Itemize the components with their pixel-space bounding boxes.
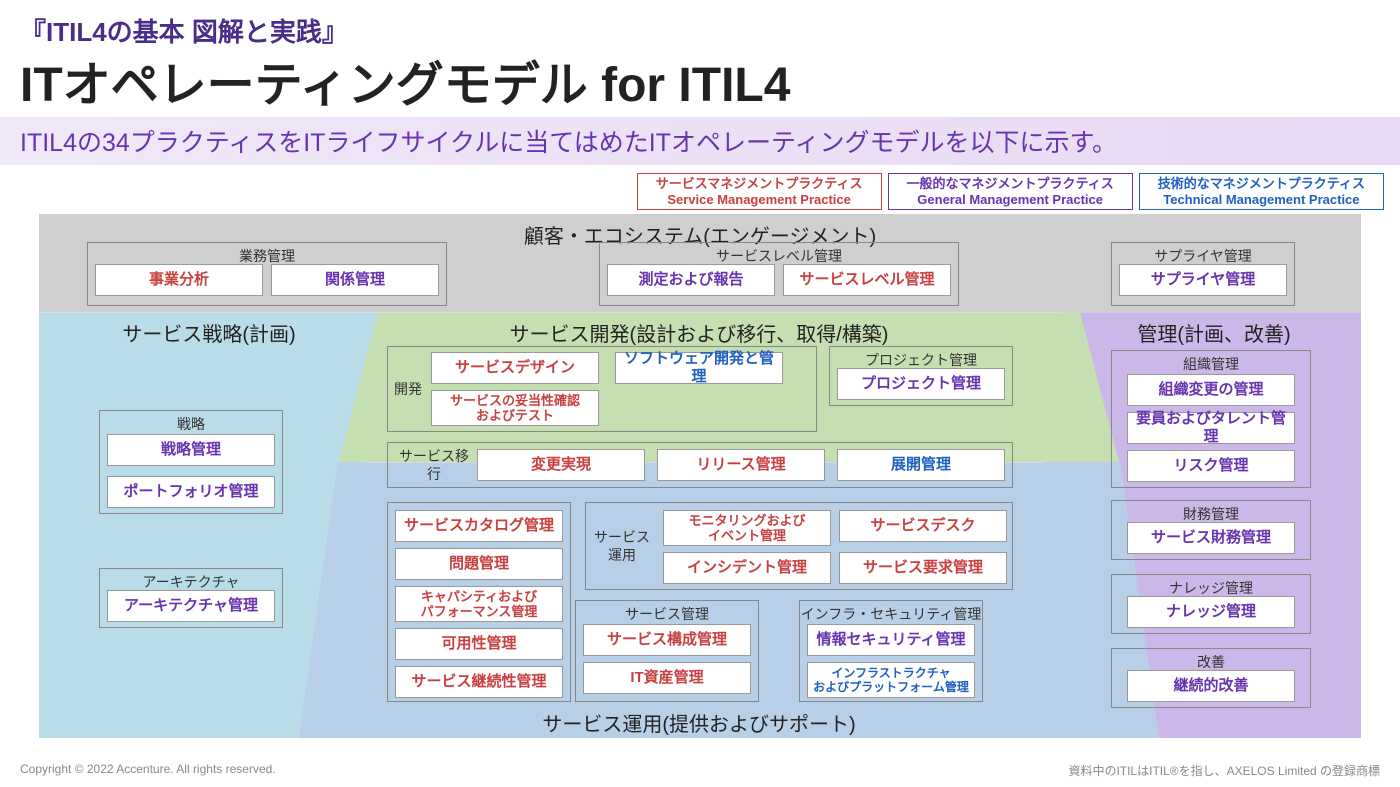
page-title: ITオペレーティングモデル for ITIL4 [20, 45, 1380, 115]
description: ITIL4の34プラクティスをITライフサイクルに当てはめたITオペレーティング… [20, 123, 1380, 159]
practice-continual: 継続的改善 [1127, 670, 1295, 702]
group-strategy-title: 戦略 [100, 414, 282, 434]
practice-info-sec: 情報セキュリティ管理 [807, 624, 975, 656]
group-knowledge-title: ナレッジ管理 [1112, 578, 1310, 598]
practice-config: サービス構成管理 [583, 624, 751, 656]
group-supplier-title: サプライヤ管理 [1112, 246, 1294, 266]
diagram: 顧客・エコシステム(エンゲージメント) サービス戦略(計画) サービス開発(設計… [39, 214, 1361, 738]
section-mgmt: 管理(計画、改善) [1099, 318, 1329, 347]
practice-talent: 要員およびタレント管理 [1127, 412, 1295, 444]
practice-monitoring: モニタリングおよびイベント管理 [663, 510, 831, 546]
group-business-title: 業務管理 [88, 246, 446, 266]
footer: Copyright © 2022 Accenture. All rights r… [20, 762, 1380, 779]
practice-validation: サービスの妥当性確認およびテスト [431, 390, 599, 426]
section-dev: サービス開発(設計および移行、取得/構築) [399, 318, 999, 347]
practice-service-finance: サービス財務管理 [1127, 522, 1295, 554]
practice-service-request: サービス要求管理 [839, 552, 1007, 584]
practice-incident: インシデント管理 [663, 552, 831, 584]
practice-architecture: アーキテクチャ管理 [107, 590, 275, 622]
legend-general-mgmt: 一般的なマネジメントプラクティスGeneral Management Pract… [888, 173, 1133, 210]
group-svc-ops-title: サービス運用 [592, 528, 652, 564]
description-band: ITIL4の34プラクティスをITライフサイクルに当てはめたITオペレーティング… [0, 117, 1400, 165]
trademark: 資料中のITILはITIL®を指し、AXELOS Limited の登録商標 [1068, 762, 1380, 779]
group-dev-title: 開発 [394, 380, 422, 398]
practice-service-desk: サービスデスク [839, 510, 1007, 542]
practice-release: リリース管理 [657, 449, 825, 481]
practice-problem: 問題管理 [395, 548, 563, 580]
practice-business-analysis: 事業分析 [95, 264, 263, 296]
header: 『ITIL4の基本 図解と実践』 ITオペレーティングモデル for ITIL4 [0, 0, 1400, 115]
section-strategy: サービス戦略(計画) [69, 318, 349, 347]
practice-availability: 可用性管理 [395, 628, 563, 660]
copyright: Copyright © 2022 Accenture. All rights r… [20, 762, 276, 779]
section-ops: サービス運用(提供およびサポート) [399, 708, 999, 737]
practice-change: 変更実現 [477, 449, 645, 481]
practice-service-design: サービスデザイン [431, 352, 599, 384]
group-finance-title: 財務管理 [1112, 504, 1310, 524]
group-project-title: プロジェクト管理 [830, 350, 1012, 370]
practice-infra-platform: インフラストラクチャおよびプラットフォーム管理 [807, 662, 975, 698]
group-infra-title: インフラ・セキュリティ管理 [800, 604, 982, 624]
practice-deploy: 展開管理 [837, 449, 1005, 481]
practice-sw-dev: ソフトウェア開発と管理 [615, 352, 783, 384]
group-sla-title: サービスレベル管理 [600, 246, 958, 266]
practice-portfolio: ポートフォリオ管理 [107, 476, 275, 508]
practice-org-change: 組織変更の管理 [1127, 374, 1295, 406]
practice-knowledge: ナレッジ管理 [1127, 596, 1295, 628]
practice-project: プロジェクト管理 [837, 368, 1005, 400]
legend-technical-mgmt: 技術的なマネジメントプラクティスTechnical Management Pra… [1139, 173, 1384, 210]
group-transition-title: サービス移行 [394, 447, 474, 483]
legend: サービスマネジメントプラクティスService Management Pract… [0, 165, 1400, 214]
practice-supplier: サプライヤ管理 [1119, 264, 1287, 296]
practice-service-level: サービスレベル管理 [783, 264, 951, 296]
legend-service-mgmt: サービスマネジメントプラクティスService Management Pract… [637, 173, 882, 210]
practice-strategy-mgmt: 戦略管理 [107, 434, 275, 466]
subtitle: 『ITIL4の基本 図解と実践』 [20, 12, 1380, 49]
group-svc-mgmt-title: サービス管理 [576, 604, 758, 624]
group-improve-title: 改善 [1112, 652, 1310, 672]
practice-catalog: サービスカタログ管理 [395, 510, 563, 542]
practice-relationship: 関係管理 [271, 264, 439, 296]
group-org-title: 組織管理 [1112, 354, 1310, 374]
practice-capacity: キャパシティおよびパフォーマンス管理 [395, 586, 563, 622]
practice-continuity: サービス継続性管理 [395, 666, 563, 698]
practice-it-asset: IT資産管理 [583, 662, 751, 694]
practice-risk: リスク管理 [1127, 450, 1295, 482]
practice-measure: 測定および報告 [607, 264, 775, 296]
group-arch-title: アーキテクチャ [100, 572, 282, 592]
